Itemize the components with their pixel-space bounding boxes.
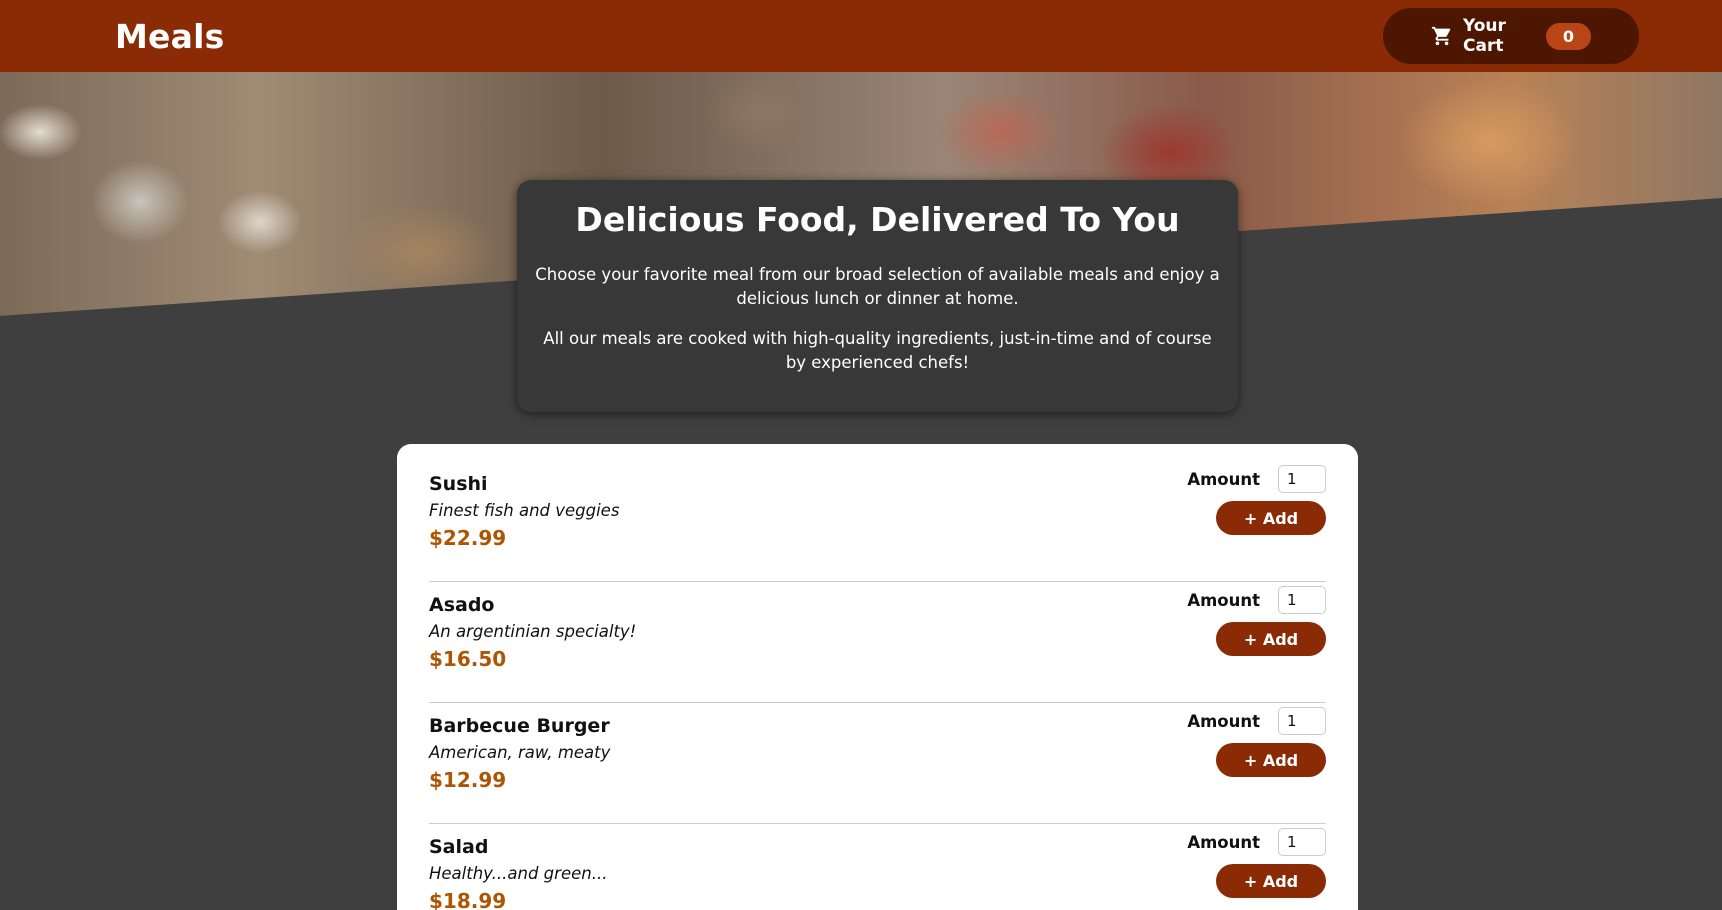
meal-name: Asado: [429, 594, 495, 616]
add-button[interactable]: + Add: [1216, 501, 1326, 535]
summary-paragraph: All our meals are cooked with high-quali…: [543, 329, 1212, 372]
cart-button[interactable]: Your Cart 0: [1383, 8, 1639, 64]
amount-input[interactable]: [1278, 586, 1326, 614]
meal-description: Finest fish and veggies: [429, 501, 620, 520]
amount-input[interactable]: [1278, 465, 1326, 493]
amount-input[interactable]: [1278, 828, 1326, 856]
brand-title: Meals: [115, 16, 225, 56]
meal-price: $18.99: [429, 889, 507, 910]
add-button[interactable]: + Add: [1216, 622, 1326, 656]
meal-form: Amount + Add: [1187, 586, 1326, 702]
amount-label: Amount: [1187, 469, 1260, 489]
meal-item: Sushi Finest fish and veggies $22.99 Amo…: [429, 461, 1326, 582]
summary-paragraph: Choose your favorite meal from our broad…: [535, 265, 1220, 308]
meal-description: Healthy...and green...: [429, 864, 608, 883]
add-button[interactable]: + Add: [1216, 743, 1326, 777]
meal-name: Sushi: [429, 473, 488, 495]
summary-title: Delicious Food, Delivered To You: [575, 200, 1180, 239]
meal-price: $22.99: [429, 526, 507, 550]
meal-form: Amount + Add: [1187, 465, 1326, 581]
amount-input[interactable]: [1278, 707, 1326, 735]
cart-label: Your Cart: [1463, 16, 1506, 56]
meal-name: Salad: [429, 836, 489, 858]
meal-info: Asado An argentinian specialty! $16.50: [429, 594, 637, 702]
shopping-cart-icon: [1431, 25, 1453, 47]
meal-form: Amount + Add: [1187, 707, 1326, 823]
cart-count-badge: 0: [1545, 22, 1591, 50]
meal-info: Sushi Finest fish and veggies $22.99: [429, 473, 620, 581]
meals-summary: Delicious Food, Delivered To You Choose …: [517, 180, 1238, 412]
meal-info: Salad Healthy...and green... $18.99: [429, 836, 608, 910]
meal-form: Amount + Add: [1187, 828, 1326, 910]
amount-row: Amount: [1187, 707, 1326, 735]
meal-description: American, raw, meaty: [429, 743, 611, 762]
amount-row: Amount: [1187, 586, 1326, 614]
meal-price: $12.99: [429, 768, 507, 792]
meal-info: Barbecue Burger American, raw, meaty $12…: [429, 715, 611, 823]
amount-label: Amount: [1187, 832, 1260, 852]
app-header: Meals Your Cart 0: [0, 0, 1722, 72]
meal-item: Barbecue Burger American, raw, meaty $12…: [429, 703, 1326, 824]
add-button[interactable]: + Add: [1216, 864, 1326, 898]
amount-label: Amount: [1187, 711, 1260, 731]
meal-name: Barbecue Burger: [429, 715, 610, 737]
amount-label: Amount: [1187, 590, 1260, 610]
meal-description: An argentinian specialty!: [429, 622, 637, 641]
amount-row: Amount: [1187, 828, 1326, 856]
available-meals: Sushi Finest fish and veggies $22.99 Amo…: [397, 444, 1358, 910]
meal-item: Asado An argentinian specialty! $16.50 A…: [429, 582, 1326, 703]
meal-price: $16.50: [429, 647, 507, 671]
amount-row: Amount: [1187, 465, 1326, 493]
meal-item: Salad Healthy...and green... $18.99 Amou…: [429, 824, 1326, 910]
